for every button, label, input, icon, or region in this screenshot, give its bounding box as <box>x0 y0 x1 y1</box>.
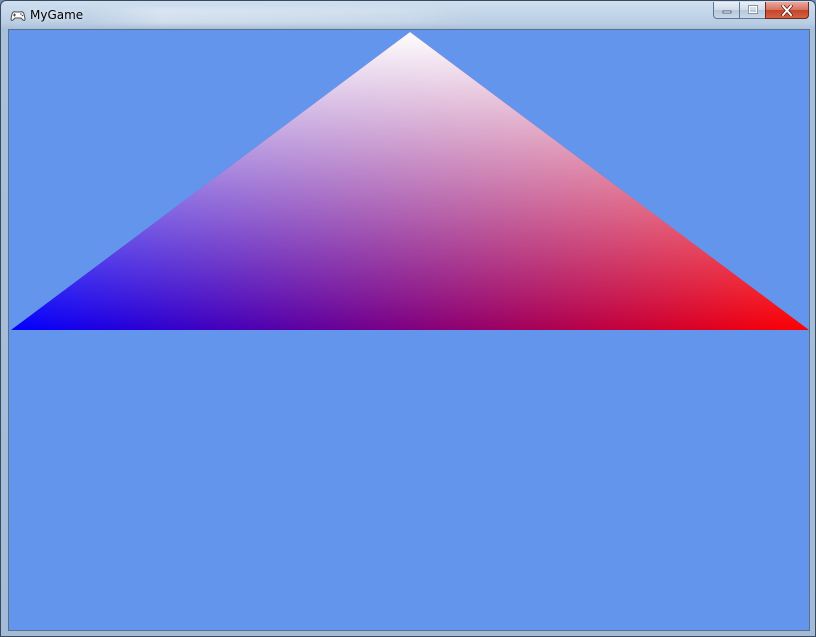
game-window: MyGame <box>0 0 816 637</box>
maximize-icon <box>747 5 758 14</box>
window-title: MyGame <box>30 8 84 22</box>
title-bar[interactable]: MyGame <box>1 1 815 29</box>
game-viewport[interactable] <box>8 29 810 631</box>
minimize-button[interactable] <box>713 2 739 19</box>
window-controls <box>713 2 809 20</box>
gamepad-icon[interactable] <box>10 8 26 24</box>
game-scene <box>9 30 809 630</box>
close-icon <box>781 4 793 16</box>
minimize-icon <box>722 10 731 14</box>
maximize-button[interactable] <box>739 2 765 19</box>
title-bar-glass <box>81 7 481 25</box>
close-button[interactable] <box>765 2 809 19</box>
